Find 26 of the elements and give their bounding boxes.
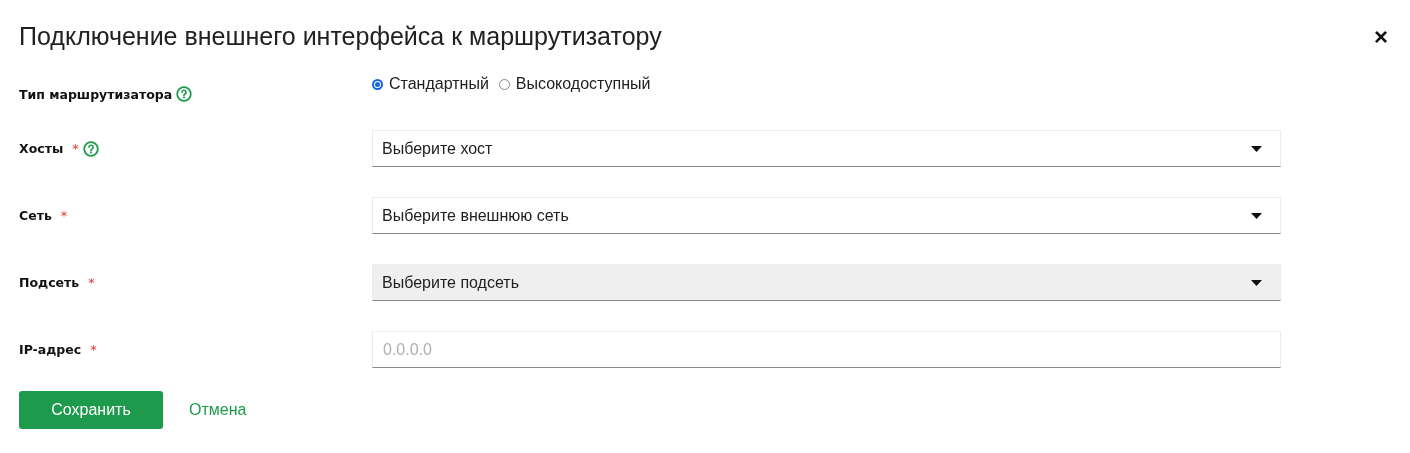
field-label: IP-адрес <box>19 342 82 357</box>
required-mark: * <box>72 141 79 156</box>
ip-address-field[interactable]: 0.0.0.0 <box>372 331 1281 368</box>
close-button[interactable]: × <box>1372 24 1390 49</box>
help-icon[interactable] <box>176 86 193 102</box>
select-value: Выберите хост <box>382 139 493 158</box>
select-field[interactable]: Выберите хост <box>372 130 1281 167</box>
caret-icon <box>1251 145 1262 152</box>
radio-option[interactable]: Высокодоступный <box>498 75 651 93</box>
save-button[interactable]: Сохранить <box>19 391 163 429</box>
caret-icon <box>1251 212 1262 219</box>
field-label: Тип маршрутизатора <box>19 86 173 102</box>
field-label: Хосты <box>19 141 64 156</box>
select-value: Выберите подсеть <box>382 273 519 292</box>
cancel-link[interactable]: Отмена <box>189 401 247 419</box>
caret-icon <box>1251 279 1262 286</box>
select-field[interactable]: Выберите внешнюю сеть <box>372 197 1281 234</box>
help-icon[interactable] <box>82 140 99 157</box>
required-mark: * <box>60 208 68 223</box>
field-label: Подсеть <box>19 275 80 290</box>
select-value: Выберите внешнюю сеть <box>382 206 569 225</box>
field-label: Сеть <box>19 208 52 223</box>
required-mark: * <box>90 342 97 357</box>
dialog-title: Подключение внешнего интерфейса к маршрутизатору <box>19 22 662 51</box>
radio-option[interactable]: Стандартный <box>372 75 489 93</box>
required-mark: * <box>88 275 95 290</box>
